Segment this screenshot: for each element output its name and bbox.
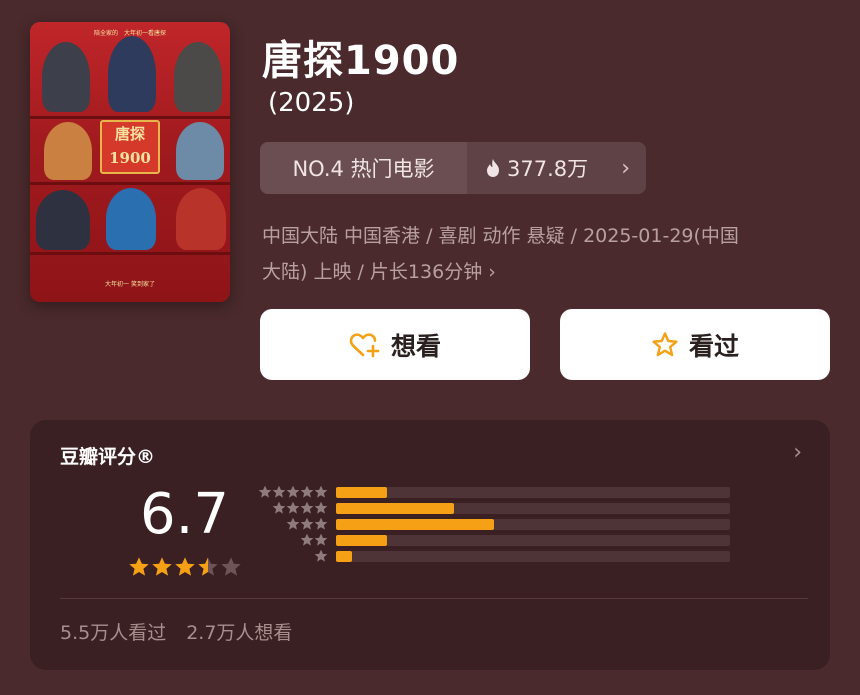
star-small-icon [300, 517, 314, 530]
distribution-bar [336, 487, 388, 498]
want-to-watch-label: 想看 [390, 331, 441, 361]
watched-label: 看过 [688, 331, 739, 361]
distribution-row [256, 517, 730, 531]
poster-figure [42, 42, 90, 112]
rank-heat-pill[interactable]: NO.4 热门电影 377.8万 › [260, 142, 646, 194]
want-to-watch-button[interactable]: 想看 [260, 309, 530, 380]
distribution-bar [336, 535, 388, 546]
distribution-track [336, 519, 730, 530]
heat-indicator[interactable]: 377.8万 › [467, 142, 646, 194]
star-small-icon [300, 501, 314, 514]
star-small-icon [286, 501, 300, 514]
star-small-icon [314, 549, 328, 562]
star-small-icon [272, 485, 286, 498]
star-small-icon [300, 533, 314, 546]
poster-shelf [30, 116, 230, 119]
divider [60, 598, 808, 599]
distribution-track [336, 551, 730, 562]
star-small-icon [314, 517, 328, 530]
poster-tagline-bottom: 大年初一 笑到家了 [105, 281, 155, 288]
star-small-icon [314, 501, 328, 514]
rating-score: 6.7 [140, 482, 230, 547]
star-small-icon [272, 501, 286, 514]
star-small-icon [258, 485, 272, 498]
distribution-track [336, 503, 730, 514]
distribution-bar [336, 551, 352, 562]
chevron-right-icon: › [488, 261, 496, 283]
star-small-icon [314, 485, 328, 498]
rating-stars [128, 556, 242, 578]
poster-shelf [30, 252, 230, 255]
seen-count[interactable]: 5.5万人看过 [60, 618, 166, 645]
movie-title: 唐探1900 [262, 38, 460, 84]
distribution-row [256, 485, 730, 499]
movie-meta[interactable]: 中国大陆 中国香港 / 喜剧 动作 悬疑 / 2025-01-29(中国 大陆)… [262, 218, 822, 290]
rank-label: NO.4 热门电影 [260, 142, 467, 194]
poster-figure [176, 122, 224, 180]
star-small-icon [286, 517, 300, 530]
poster-shelf [30, 182, 230, 185]
star-filled-icon [129, 557, 149, 576]
distribution-bar [336, 519, 494, 530]
movie-year: (2025) [268, 88, 355, 118]
star-small-icon [314, 533, 328, 546]
distribution-stars [256, 485, 328, 499]
heart-plus-icon [349, 332, 380, 357]
distribution-row [256, 501, 730, 515]
distribution-track [336, 487, 730, 498]
meta-line-2: 大陆) 上映 / 片长136分钟 [262, 261, 483, 283]
movie-poster[interactable]: 陪全家的 大年初一看唐探 唐探 1900 大年初一 笑到家了 [30, 22, 230, 302]
rating-label: 豆瓣评分® [60, 446, 156, 468]
distribution-stars [256, 501, 328, 515]
star-filled-icon [175, 557, 195, 576]
distribution-track [336, 535, 730, 546]
watched-button[interactable]: 看过 [560, 309, 830, 380]
poster-figure [176, 188, 226, 250]
poster-figure [108, 36, 156, 112]
distribution-stars [256, 517, 328, 531]
star-filled-icon [152, 557, 172, 576]
meta-line-2-row: 大陆) 上映 / 片长136分钟 › [262, 254, 822, 290]
rating-card[interactable]: 豆瓣评分® › 6.7 5.5万人看过 2.7万人想看 [30, 420, 830, 670]
meta-line-1: 中国大陆 中国香港 / 喜剧 动作 悬疑 / 2025-01-29(中国 [262, 225, 739, 247]
distribution-row [256, 549, 730, 563]
poster-figure [44, 122, 92, 180]
flame-icon [487, 159, 499, 177]
distribution-bar [336, 503, 455, 514]
star-small-icon [300, 485, 314, 498]
poster-title-logo: 唐探 1900 [100, 120, 160, 174]
chevron-right-icon: › [621, 155, 630, 181]
poster-figure [174, 42, 222, 112]
distribution-stars [256, 549, 328, 563]
heat-value: 377.8万 [507, 157, 589, 181]
star-small-icon [286, 485, 300, 498]
want-count[interactable]: 2.7万人想看 [186, 618, 292, 645]
distribution-stars [256, 533, 328, 547]
star-empty-icon [221, 557, 241, 576]
poster-figure [106, 188, 156, 250]
star-outline-icon [652, 331, 678, 356]
poster-figure [36, 190, 90, 250]
rating-counts: 5.5万人看过 2.7万人想看 [60, 618, 292, 645]
distribution-row [256, 533, 730, 547]
chevron-right-icon[interactable]: › [793, 440, 802, 465]
star-half-icon [198, 557, 218, 576]
